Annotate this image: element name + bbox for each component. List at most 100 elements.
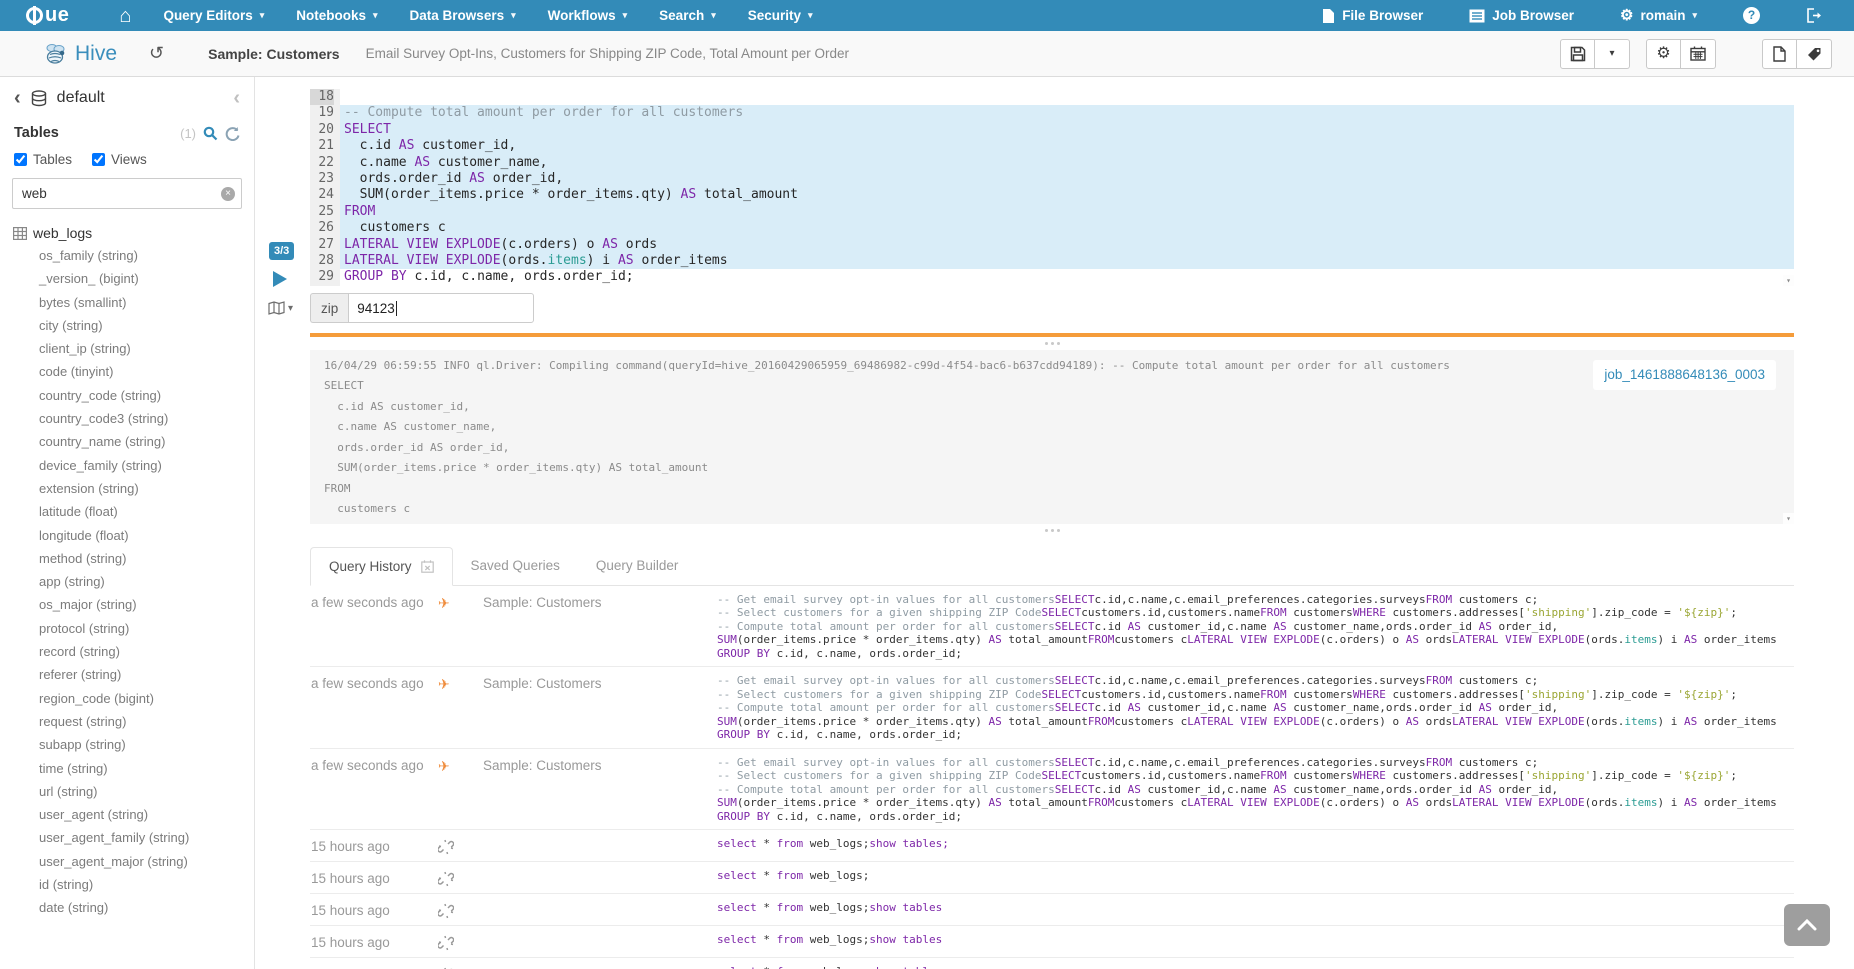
variable-input-group: zip 94123 (310, 293, 534, 323)
menu-workflows[interactable]: Workflows ▾ (548, 8, 628, 23)
code-line: c.name AS customer_name, (340, 155, 1794, 171)
column-item[interactable]: os_family (string) (12, 244, 242, 267)
filter-tables-toggle[interactable]: Tables (14, 152, 72, 167)
home-button[interactable]: ⌂ (119, 6, 131, 26)
tables-checkbox[interactable] (14, 153, 27, 166)
tab-query-history[interactable]: Query History (310, 547, 453, 586)
execute-button[interactable] (273, 271, 287, 287)
filter-views-toggle[interactable]: Views (92, 152, 147, 167)
history-row[interactable]: a few seconds ago✈Sample: Customers-- Ge… (310, 749, 1794, 831)
broken-link-icon (438, 933, 483, 951)
column-item[interactable]: country_code (string) (12, 384, 242, 407)
history-row[interactable]: a few seconds ago✈Sample: Customers-- Ge… (310, 586, 1794, 668)
column-item[interactable]: user_agent_major (string) (12, 850, 242, 873)
query-name[interactable]: Sample: Customers (208, 46, 339, 62)
column-item[interactable]: time (string) (12, 757, 242, 780)
history-row[interactable]: 15 hours ago select * from web_logs;show… (310, 894, 1794, 926)
column-item[interactable]: device_family (string) (12, 454, 242, 477)
menu-data-browsers[interactable]: Data Browsers ▾ (410, 8, 516, 23)
query-log-panel[interactable]: 16/04/29 06:59:55 INFO ql.Driver: Compil… (310, 350, 1794, 524)
history-row[interactable]: 15 hours ago select * from web_logs;show… (310, 958, 1794, 969)
database-name[interactable]: default (57, 89, 105, 107)
editor-scrollbar[interactable]: ▾ (1783, 89, 1794, 286)
column-item[interactable]: url (string) (12, 780, 242, 803)
variables-button[interactable]: ▾ (268, 301, 310, 315)
logout-button[interactable] (1806, 8, 1822, 23)
column-item[interactable]: user_agent (string) (12, 803, 242, 826)
collapse-panel-icon[interactable]: ‹ (233, 91, 240, 105)
menu-query-editors[interactable]: Query Editors ▾ (163, 8, 264, 23)
new-query-button[interactable] (1762, 39, 1797, 69)
column-item[interactable]: id (string) (12, 873, 242, 896)
tab-saved-queries[interactable]: Saved Queries (453, 547, 578, 585)
save-button[interactable] (1560, 39, 1595, 69)
column-item[interactable]: _version_ (bigint) (12, 267, 242, 290)
hue-logo[interactable]: ue (26, 4, 69, 27)
scrollbar-down-icon[interactable]: ▾ (1783, 275, 1794, 286)
user-menu[interactable]: ⚙ romain ▾ (1620, 8, 1697, 23)
paper-plane-icon: ✈ (438, 593, 483, 661)
help-button[interactable]: ? (1743, 7, 1760, 24)
history-icon[interactable]: ↺ (149, 43, 164, 64)
line-number: 22 (310, 155, 334, 171)
column-item[interactable]: longitude (float) (12, 524, 242, 547)
column-item[interactable]: referer (string) (12, 663, 242, 686)
editor-rail: 3/3 (268, 89, 310, 286)
settings-button[interactable]: ⚙ (1646, 39, 1681, 69)
column-item[interactable]: user_agent_family (string) (12, 826, 242, 849)
resize-handle[interactable] (310, 337, 1794, 350)
job-link[interactable]: job_1461888648136_0003 (1593, 360, 1776, 391)
column-item[interactable]: date (string) (12, 896, 242, 919)
scrollbar-down-icon[interactable]: ▾ (1783, 513, 1794, 524)
tags-button[interactable] (1797, 39, 1832, 69)
column-item[interactable]: bytes (smallint) (12, 291, 242, 314)
column-item[interactable]: app (string) (12, 570, 242, 593)
calendar-icon (1690, 46, 1706, 61)
history-row[interactable]: 15 hours ago select * from web_logs; (310, 862, 1794, 894)
views-checkbox[interactable] (92, 153, 105, 166)
resize-handle[interactable] (310, 524, 1794, 537)
history-row[interactable]: a few seconds ago✈Sample: Customers-- Ge… (310, 667, 1794, 749)
back-chevron-icon[interactable]: ‹ (14, 91, 21, 105)
column-item[interactable]: code (tinyint) (12, 360, 242, 383)
menu-notebooks[interactable]: Notebooks ▾ (296, 8, 377, 23)
log-line: SUM(order_items.price * order_items.qty)… (324, 458, 1780, 479)
column-item[interactable]: request (string) (12, 710, 242, 733)
column-item[interactable]: os_major (string) (12, 593, 242, 616)
code-editor[interactable]: 181920212223242526272829 -- Compute tota… (310, 89, 1794, 286)
column-item[interactable]: city (string) (12, 314, 242, 337)
tables-count: (1) (180, 126, 196, 141)
column-item[interactable]: region_code (bigint) (12, 687, 242, 710)
column-item[interactable]: protocol (string) (12, 617, 242, 640)
column-item[interactable]: country_code3 (string) (12, 407, 242, 430)
column-item[interactable]: extension (string) (12, 477, 242, 500)
column-item[interactable]: country_name (string) (12, 430, 242, 453)
save-dropdown-button[interactable]: ▾ (1595, 39, 1630, 69)
app-name[interactable]: Hive (75, 42, 117, 66)
broken-link-icon (438, 869, 483, 887)
history-row[interactable]: 15 hours ago select * from web_logs;show… (310, 830, 1794, 862)
column-item[interactable]: record (string) (12, 640, 242, 663)
column-item[interactable]: latitude (float) (12, 500, 242, 523)
table-search-input[interactable] (12, 178, 242, 209)
calendar-x-icon[interactable] (421, 560, 434, 573)
tab-query-builder[interactable]: Query Builder (578, 547, 697, 585)
refresh-icon[interactable] (225, 126, 240, 141)
job-browser-button[interactable]: Job Browser (1469, 8, 1574, 23)
column-item[interactable]: client_ip (string) (12, 337, 242, 360)
variable-value-input[interactable]: 94123 (348, 293, 534, 323)
scroll-to-top-button[interactable] (1784, 904, 1830, 946)
menu-search[interactable]: Search ▾ (659, 8, 716, 23)
table-item-web-logs[interactable]: web_logs (13, 225, 242, 241)
file-browser-button[interactable]: File Browser (1322, 8, 1423, 24)
menu-security[interactable]: Security ▾ (748, 8, 813, 23)
clear-search-icon[interactable]: × (221, 187, 235, 201)
chevron-down-icon: ▾ (260, 10, 265, 21)
schedule-button[interactable] (1681, 39, 1716, 69)
search-icon[interactable] (203, 126, 218, 141)
history-timestamp: a few seconds ago (310, 674, 438, 742)
paper-plane-icon: ✈ (438, 674, 483, 742)
history-row[interactable]: 15 hours ago select * from web_logs;show… (310, 926, 1794, 958)
column-item[interactable]: method (string) (12, 547, 242, 570)
column-item[interactable]: subapp (string) (12, 733, 242, 756)
